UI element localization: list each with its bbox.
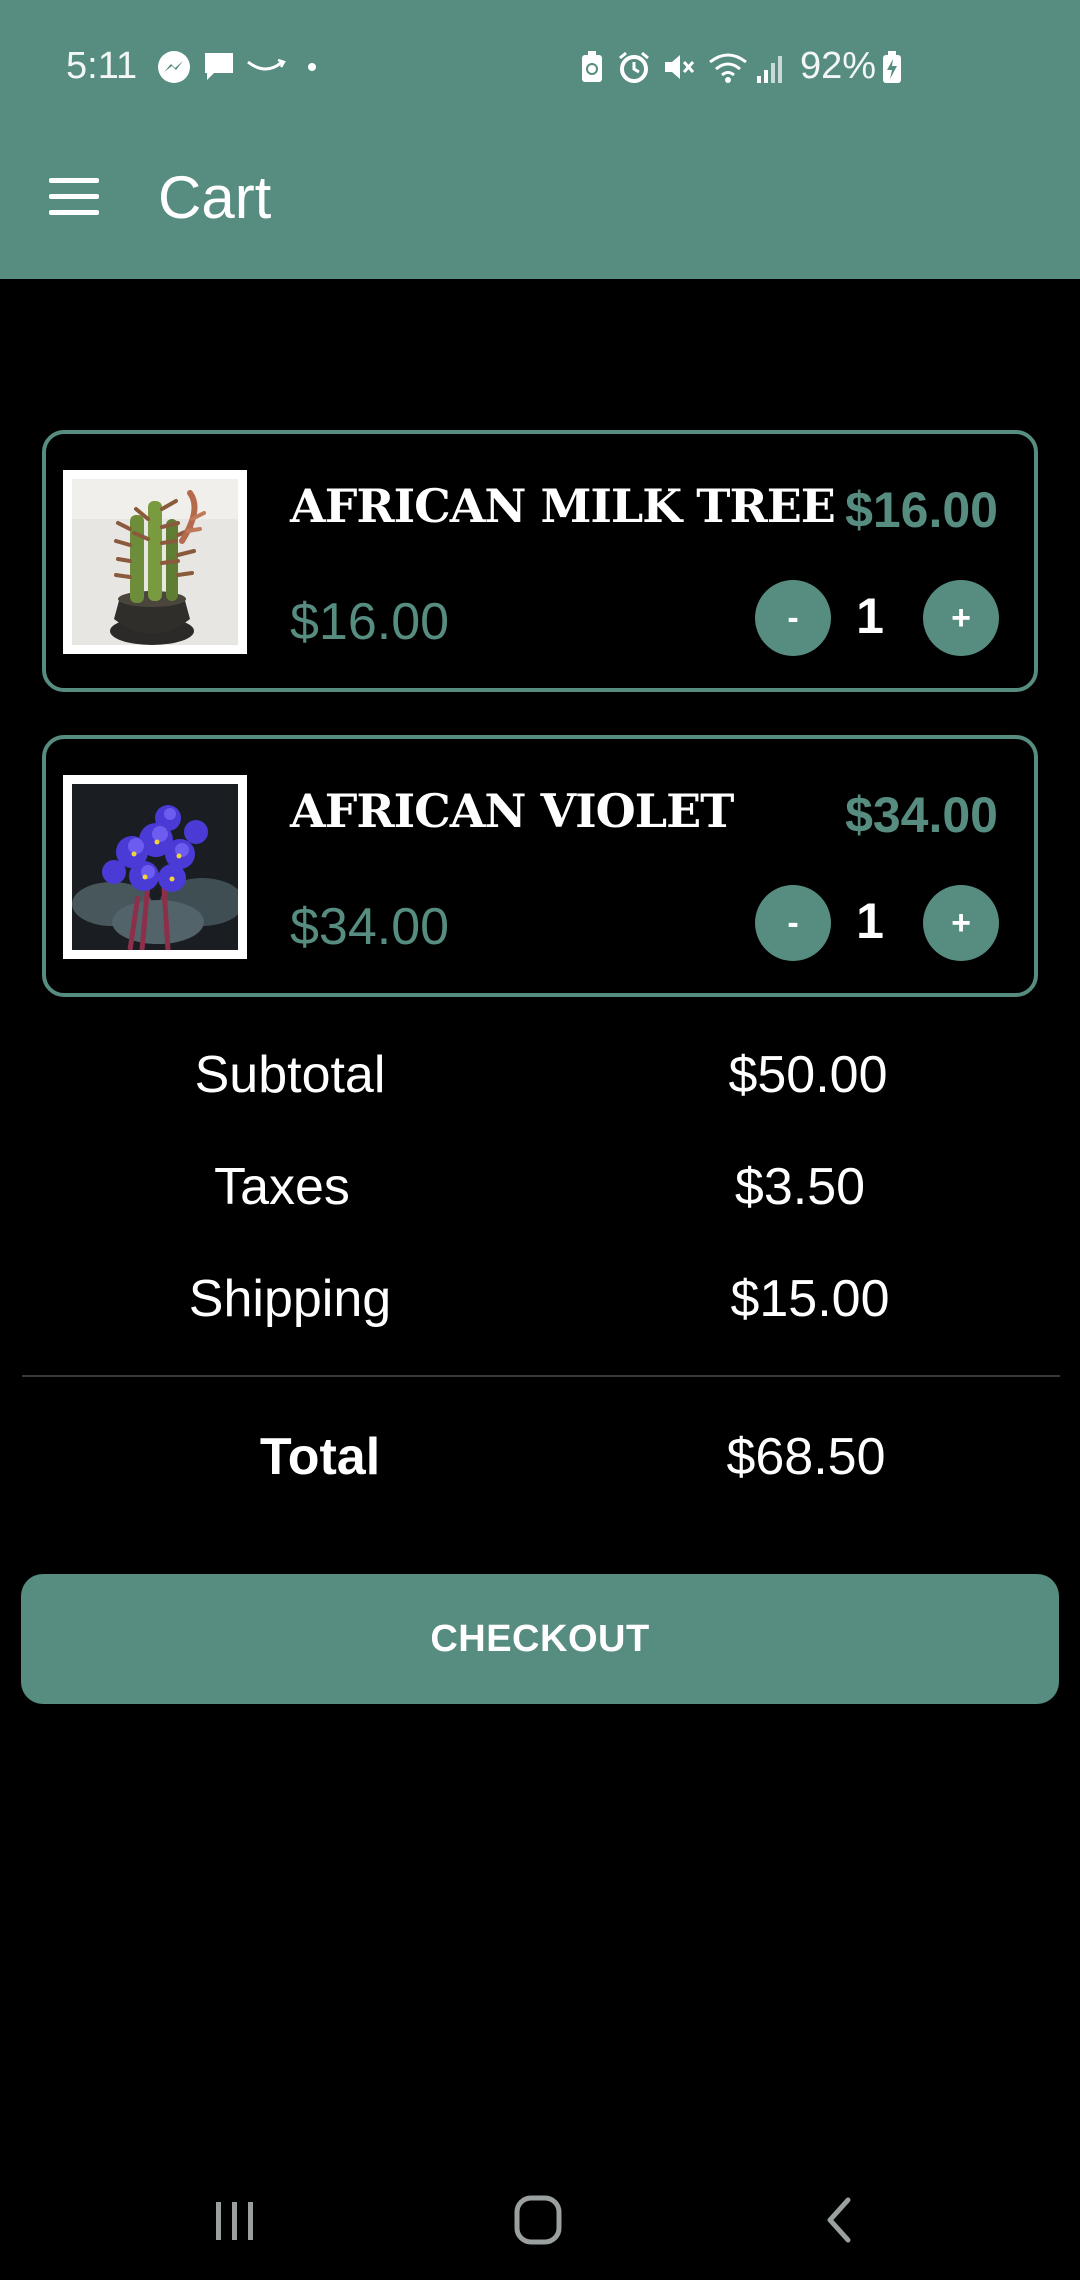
cart-item-card: AFRICAN VIOLET $34.00 $34.00 - 1 +	[42, 735, 1038, 997]
african-milk-tree-photo	[63, 470, 247, 654]
subtotal-label: Subtotal	[194, 1046, 386, 1104]
item-name: AFRICAN VIOLET	[290, 784, 734, 838]
menu-line	[49, 193, 99, 199]
amazon-smile-icon	[246, 58, 286, 78]
battery-saver-icon	[580, 50, 604, 84]
status-time: 5:11	[66, 45, 138, 87]
wifi-icon	[708, 50, 748, 84]
taxes-value: $3.50	[734, 1158, 866, 1216]
shipping-label: Shipping	[188, 1270, 392, 1328]
item-total: $34.00	[845, 787, 998, 843]
increment-quantity-button[interactable]: +	[923, 885, 999, 961]
african-violet-photo	[63, 775, 247, 959]
back-icon[interactable]	[818, 2190, 858, 2250]
hamburger-menu-icon[interactable]	[40, 166, 108, 226]
battery-percent: 92%	[800, 45, 877, 87]
taxes-row: Taxes $3.50	[0, 1152, 1080, 1222]
alarm-icon	[617, 50, 651, 84]
menu-line	[49, 177, 99, 183]
cart-item-card: AFRICAN MILK TREE $16.00 $16.00 - 1 +	[42, 430, 1038, 692]
menu-line	[49, 209, 99, 215]
item-price: $34.00	[290, 898, 450, 956]
decrement-quantity-button[interactable]: -	[755, 885, 831, 961]
shipping-value: $15.00	[730, 1270, 890, 1328]
subtotal-value: $50.00	[728, 1046, 888, 1104]
mute-icon	[662, 50, 696, 84]
summary-divider	[22, 1375, 1060, 1377]
app-header: 5:11 92% Cart	[0, 0, 1080, 279]
dot-icon	[307, 62, 317, 72]
home-icon[interactable]	[512, 2190, 566, 2250]
messenger-icon	[156, 50, 192, 86]
quantity-value: 1	[856, 588, 884, 644]
page-title: Cart	[158, 164, 272, 231]
increment-quantity-button[interactable]: +	[923, 580, 999, 656]
item-name: AFRICAN MILK TREE	[290, 479, 836, 533]
signal-icon	[756, 50, 788, 84]
status-bar: 5:11 92%	[0, 0, 1080, 136]
total-row: Total $68.50	[0, 1422, 1080, 1492]
quantity-value: 1	[856, 893, 884, 949]
total-value: $68.50	[726, 1428, 886, 1486]
shipping-row: Shipping $15.00	[0, 1264, 1080, 1334]
recent-apps-icon[interactable]	[210, 2190, 260, 2250]
battery-charging-icon	[882, 50, 902, 84]
item-total: $16.00	[845, 482, 998, 538]
taxes-label: Taxes	[214, 1158, 350, 1216]
subtotal-row: Subtotal $50.00	[0, 1040, 1080, 1110]
chat-bubble-icon	[202, 50, 236, 84]
total-label: Total	[259, 1428, 381, 1486]
checkout-button[interactable]: CHECKOUT	[21, 1574, 1059, 1704]
decrement-quantity-button[interactable]: -	[755, 580, 831, 656]
item-price: $16.00	[290, 593, 450, 651]
